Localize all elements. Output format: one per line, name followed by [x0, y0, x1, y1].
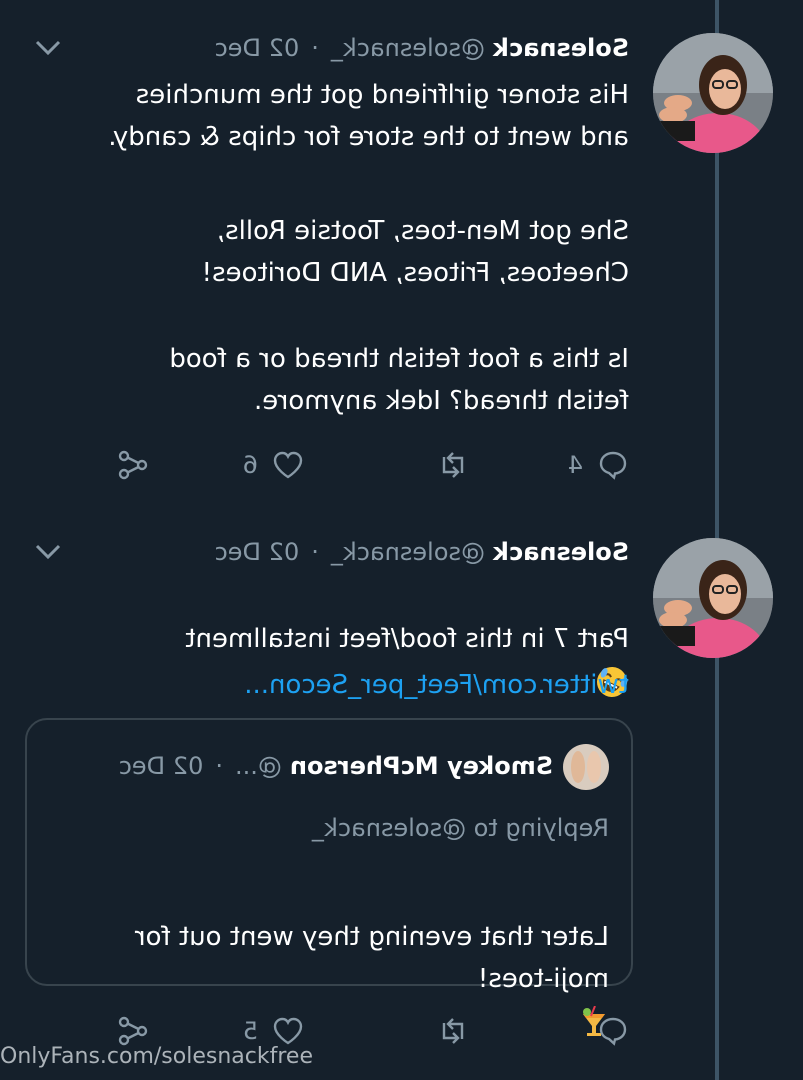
- display-name[interactable]: Solesnack: [493, 538, 629, 566]
- timestamp[interactable]: 02 Dec: [215, 538, 300, 566]
- reply-icon: [599, 1017, 627, 1046]
- heart-icon: [273, 1017, 303, 1045]
- reply-count: 4: [567, 451, 583, 479]
- like-button[interactable]: 6: [243, 440, 304, 490]
- share-icon: [118, 1016, 148, 1046]
- retweet-icon: [442, 1018, 464, 1044]
- quoted-tweet-card[interactable]: Smokey McPherson @... · 02 Dec Replying …: [25, 718, 633, 1036]
- heart-icon: [273, 451, 303, 479]
- tweet-link[interactable]: twitter.com/Feet_per_Secon...: [189, 670, 629, 700]
- display-name[interactable]: Solesnack: [493, 34, 629, 62]
- tweet-text-paragraph-1: His stoner girlfriend got the munchies a…: [108, 80, 629, 152]
- mirrored-timeline: Solesnack @solesnack_ · 02 Dec His stone…: [0, 0, 803, 1080]
- avatar[interactable]: [563, 744, 609, 790]
- tweet-text-content: Part 7 in this food/feet installment: [185, 624, 629, 654]
- share-icon: [118, 450, 148, 480]
- separator-dot: ·: [311, 34, 319, 62]
- separator-dot: ·: [311, 538, 319, 566]
- avatar[interactable]: [653, 33, 773, 153]
- like-count: 6: [242, 451, 258, 479]
- retweet-icon: [442, 452, 464, 478]
- tweet-header: Solesnack @solesnack_ · 02 Dec: [215, 28, 629, 68]
- chevron-down-icon[interactable]: [33, 38, 63, 58]
- screen: Solesnack @solesnack_ · 02 Dec His stone…: [0, 0, 803, 1080]
- separator-dot: ·: [215, 752, 223, 780]
- quoted-tweet-header: Smokey McPherson @... · 02 Dec: [119, 746, 553, 786]
- replying-to: Replying to @solesnack_: [311, 814, 609, 842]
- timestamp[interactable]: 02 Dec: [215, 34, 300, 62]
- share-button[interactable]: [117, 440, 149, 490]
- retweet-button[interactable]: [423, 440, 469, 490]
- tweet-text-paragraph-2: She got Men-toes, Tootsie Rolls, Cheetoe…: [201, 216, 629, 288]
- chevron-down-icon[interactable]: [33, 542, 63, 562]
- tweet-actions: 4 6: [109, 440, 629, 490]
- reply-button[interactable]: [583, 1006, 629, 1056]
- avatar[interactable]: [653, 538, 773, 658]
- handle[interactable]: @...: [235, 752, 282, 780]
- reply-button[interactable]: 4: [568, 440, 629, 490]
- handle[interactable]: @solesnack_: [331, 34, 485, 62]
- timestamp[interactable]: 02 Dec: [119, 752, 204, 780]
- retweet-button[interactable]: [423, 1006, 469, 1056]
- tweet-text-paragraph-3: Is this a foot fetish thread or a food f…: [169, 344, 629, 416]
- display-name[interactable]: Smokey McPherson: [290, 752, 553, 780]
- reply-icon: [599, 451, 627, 480]
- watermark-text: OnlyFans.com/solesnackfree: [0, 1044, 313, 1069]
- handle[interactable]: @solesnack_: [331, 538, 485, 566]
- tweet-header: Solesnack @solesnack_ · 02 Dec: [215, 532, 629, 572]
- like-count: 5: [242, 1017, 258, 1045]
- quoted-tweet-text-content: Later that evening they went out for moj…: [134, 922, 609, 994]
